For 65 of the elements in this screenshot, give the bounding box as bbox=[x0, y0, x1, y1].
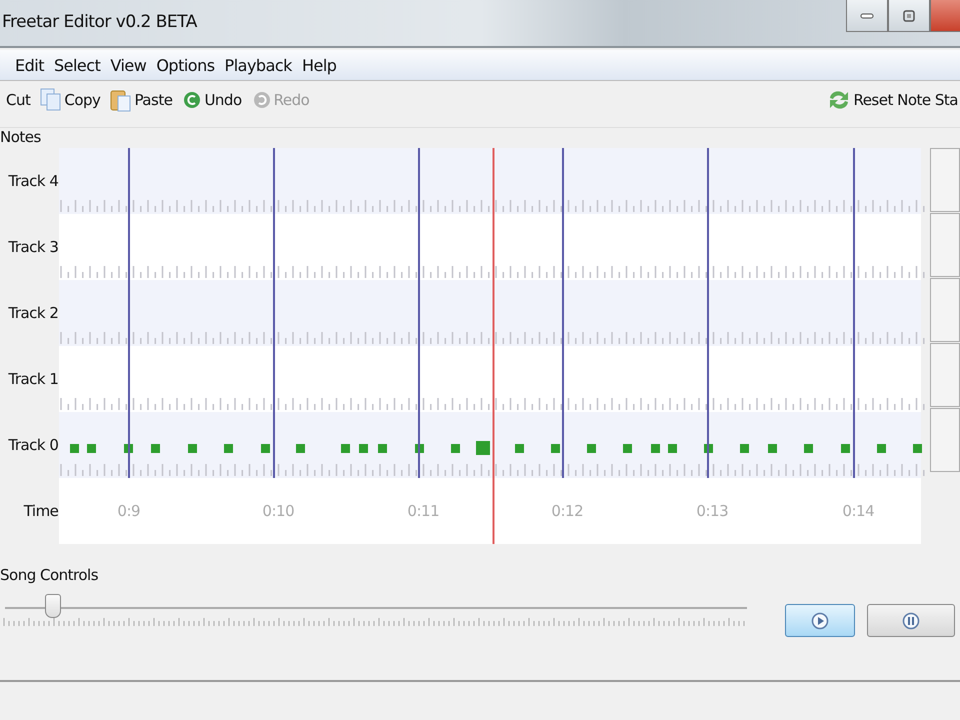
menu-item[interactable]: Help bbox=[300, 56, 338, 74]
pause-icon bbox=[902, 612, 920, 630]
undo-icon bbox=[182, 90, 202, 110]
menu-item[interactable]: View bbox=[109, 56, 148, 74]
group-label: Song Controls bbox=[0, 566, 100, 584]
note-marker[interactable] bbox=[768, 444, 778, 453]
note-marker[interactable] bbox=[804, 444, 814, 453]
time-mark: 0:11 bbox=[407, 502, 440, 520]
note-marker[interactable] bbox=[70, 444, 80, 453]
note-marker[interactable] bbox=[587, 444, 596, 453]
track-label: Track 2 bbox=[7, 303, 60, 324]
menu-item[interactable]: Edit bbox=[14, 56, 45, 74]
note-marker[interactable] bbox=[913, 444, 922, 453]
redo-icon bbox=[252, 90, 272, 110]
menu-item[interactable]: Options bbox=[155, 56, 216, 74]
note-marker[interactable] bbox=[224, 444, 234, 453]
clipboard-icon bbox=[110, 88, 132, 112]
note-marker[interactable] bbox=[476, 441, 490, 455]
slider-thumb[interactable] bbox=[44, 594, 61, 618]
close-button[interactable] bbox=[930, 0, 960, 32]
toolbar-button[interactable]: Cut bbox=[4, 91, 32, 109]
minimize-button[interactable] bbox=[846, 0, 888, 32]
maximize-icon bbox=[903, 10, 915, 22]
track-label: Track 4 bbox=[7, 171, 60, 192]
note-marker[interactable] bbox=[651, 444, 660, 453]
position-slider[interactable] bbox=[2, 592, 747, 624]
note-marker[interactable] bbox=[451, 444, 460, 453]
time-mark: 0:10 bbox=[262, 502, 294, 520]
note-marker[interactable] bbox=[296, 444, 306, 453]
note-marker[interactable] bbox=[515, 444, 524, 453]
window-title: Freetar Editor v0.2 BETA bbox=[1, 12, 197, 32]
note-marker[interactable] bbox=[877, 444, 886, 453]
minimize-icon bbox=[860, 12, 874, 20]
toolbar-button[interactable]: Copy bbox=[38, 88, 102, 112]
pause-button[interactable] bbox=[867, 604, 955, 637]
note-marker[interactable] bbox=[341, 444, 350, 453]
note-marker[interactable] bbox=[623, 444, 632, 453]
note-marker[interactable] bbox=[359, 444, 368, 453]
toolbar-button[interactable]: Undo bbox=[180, 90, 244, 110]
play-button[interactable] bbox=[785, 604, 855, 637]
reset-button[interactable]: Reset Note Sta bbox=[825, 89, 960, 111]
time-label: Time bbox=[22, 501, 60, 522]
note-marker[interactable] bbox=[740, 444, 750, 453]
time-mark: 0:12 bbox=[551, 502, 584, 520]
time-mark: 0:13 bbox=[696, 502, 728, 520]
menu-item[interactable]: Playback bbox=[224, 56, 293, 74]
track-label: Track 3 bbox=[7, 237, 60, 258]
group-label: Notes bbox=[0, 128, 42, 146]
note-marker[interactable] bbox=[668, 444, 678, 453]
track-label: Track 1 bbox=[7, 369, 60, 390]
copy-icon bbox=[40, 88, 62, 112]
time-mark: 0:9 bbox=[117, 502, 140, 520]
track-label: Track 0 bbox=[7, 435, 60, 456]
note-marker[interactable] bbox=[378, 444, 388, 453]
play-icon bbox=[811, 612, 829, 630]
note-marker[interactable] bbox=[551, 444, 560, 453]
menu-item[interactable]: Select bbox=[52, 56, 102, 74]
note-marker[interactable] bbox=[261, 444, 270, 453]
note-marker[interactable] bbox=[188, 444, 198, 453]
toolbar-button[interactable]: Paste bbox=[108, 88, 174, 112]
note-marker[interactable] bbox=[841, 444, 850, 453]
note-marker[interactable] bbox=[151, 444, 160, 453]
time-mark: 0:14 bbox=[842, 502, 874, 520]
note-marker[interactable] bbox=[87, 444, 96, 453]
maximize-button[interactable] bbox=[888, 0, 930, 32]
